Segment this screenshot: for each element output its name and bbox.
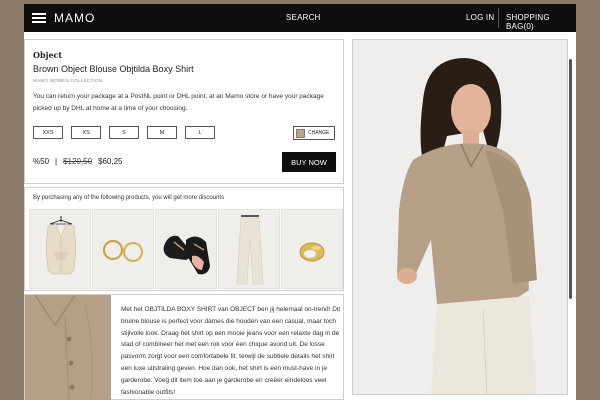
search-link[interactable]: SEARCH bbox=[286, 13, 321, 22]
bundle-item-trousers[interactable] bbox=[218, 209, 280, 289]
bundle-discount-card: By purchasing any of the following produ… bbox=[24, 187, 344, 291]
bundle-heading: By purchasing any of the following produ… bbox=[33, 195, 225, 201]
old-price: $120,50 bbox=[63, 157, 93, 166]
change-label: CHANGE bbox=[308, 130, 330, 136]
brand-name[interactable]: Object bbox=[33, 50, 62, 60]
product-title: Brown Object Blouse Objtilda Boxy Shirt bbox=[33, 64, 194, 74]
size-option-xxs[interactable]: XXS bbox=[33, 126, 63, 139]
page-scrollbar[interactable] bbox=[569, 59, 572, 299]
hoop-earrings-image bbox=[102, 239, 144, 263]
price-row: %50 | $120,50 $60,25 bbox=[33, 157, 122, 166]
size-option-s[interactable]: S bbox=[109, 126, 139, 139]
discount-percent: %50 bbox=[33, 157, 50, 166]
size-option-m[interactable]: M bbox=[147, 126, 177, 139]
model-illustration bbox=[353, 40, 567, 394]
price-separator: | bbox=[55, 157, 58, 166]
size-option-xs[interactable]: XS bbox=[71, 126, 101, 139]
page-frame: MAMO SEARCH LOG IN SHOPPING BAG(0) Objec… bbox=[24, 4, 576, 400]
trousers-image bbox=[236, 215, 264, 285]
shirt-detail-graphic bbox=[25, 295, 111, 400]
bundle-item-loafers[interactable] bbox=[155, 209, 217, 289]
shopping-bag-link[interactable]: SHOPPING BAG(0) bbox=[506, 13, 576, 31]
buy-now-button[interactable]: BUY NOW bbox=[282, 152, 336, 172]
size-option-l[interactable]: L bbox=[185, 126, 215, 139]
nav-divider bbox=[498, 8, 499, 28]
vest-image bbox=[45, 216, 77, 275]
returns-info: You can return your package at a PostNL … bbox=[33, 93, 324, 112]
ring-image bbox=[299, 242, 325, 262]
product-model-photo[interactable] bbox=[352, 39, 568, 395]
bundle-item-hoop-earrings[interactable] bbox=[92, 209, 154, 289]
login-link[interactable]: LOG IN bbox=[466, 13, 494, 22]
bundle-item-ring[interactable] bbox=[281, 209, 343, 289]
shirt-detail-image bbox=[25, 295, 111, 400]
description-card: Met het OBJTILDA BOXY SHIRT van OBJECT b… bbox=[24, 294, 344, 400]
change-color-button[interactable]: CHANGE bbox=[293, 126, 335, 140]
new-price: $60,25 bbox=[98, 157, 123, 166]
collection-label: MAMO WOMEN COLLECTION bbox=[33, 78, 103, 83]
loafers-image bbox=[163, 235, 210, 275]
bundle-product-list bbox=[29, 209, 343, 289]
bundle-item-vest[interactable] bbox=[29, 209, 91, 289]
hamburger-menu-icon[interactable] bbox=[32, 13, 46, 23]
product-info-card: Object Brown Object Blouse Objtilda Boxy… bbox=[24, 39, 344, 184]
size-selector: XXS XS S M L bbox=[33, 126, 215, 139]
product-description: Met het OBJTILDA BOXY SHIRT van OBJECT b… bbox=[121, 306, 341, 396]
site-logo[interactable]: MAMO bbox=[54, 11, 95, 25]
color-swatch bbox=[296, 128, 305, 138]
top-navigation: MAMO SEARCH LOG IN SHOPPING BAG(0) bbox=[24, 4, 576, 32]
